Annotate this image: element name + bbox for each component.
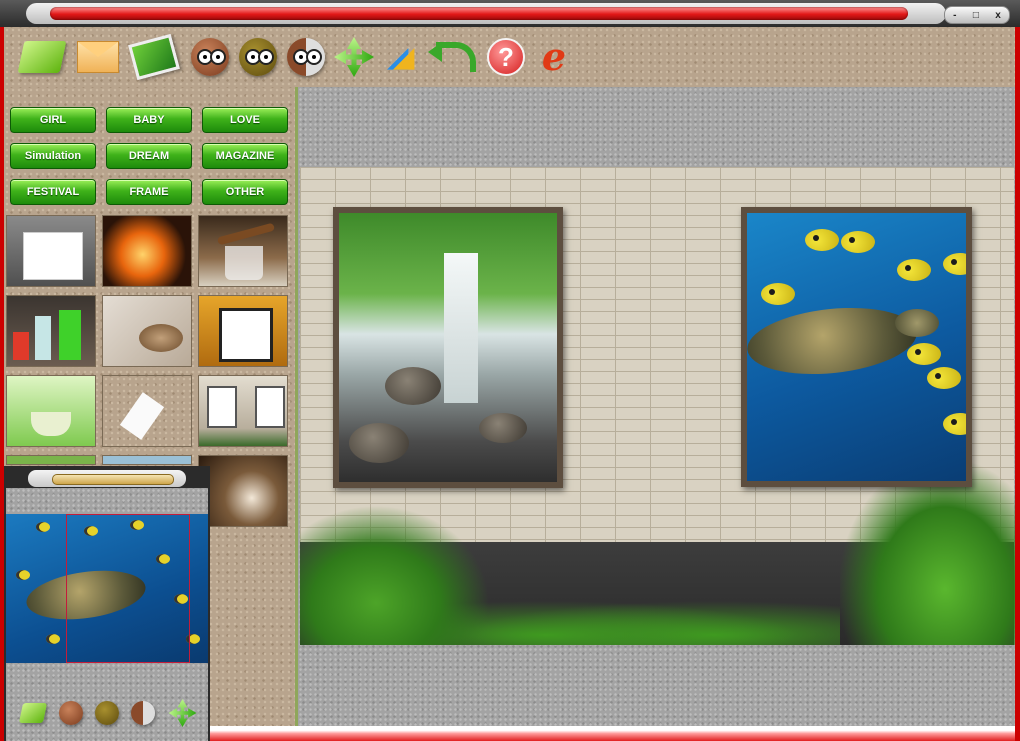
scene-plants-right	[840, 460, 1015, 645]
colored-drinks-template-thumb[interactable]	[6, 295, 96, 367]
photo-edit-button[interactable]	[128, 33, 180, 81]
category-frame-button[interactable]: FRAME	[106, 179, 192, 205]
preview-owl-olive-button[interactable]	[92, 698, 122, 728]
owl-face-half-icon	[287, 38, 325, 76]
move-button[interactable]	[332, 35, 376, 79]
help-icon: ?	[487, 38, 525, 76]
crop-region[interactable]	[66, 514, 190, 663]
owl-effect-olive-button[interactable]	[236, 35, 280, 79]
category-girl-button[interactable]: GIRL	[10, 107, 96, 133]
open-folder-icon	[17, 41, 67, 73]
window-border-right	[1015, 27, 1020, 741]
category-dream-button[interactable]: DREAM	[106, 143, 192, 169]
preview-owl-button[interactable]	[56, 698, 86, 728]
cigar-glass-template-thumb[interactable]	[198, 215, 288, 287]
rotate-icon: ◢	[394, 41, 414, 72]
stone-wall-frames-template-thumb[interactable]	[198, 375, 288, 447]
coffee-cup-template-thumb[interactable]	[102, 295, 192, 367]
preview-open-folder-button[interactable]	[18, 698, 48, 728]
owl-face-icon	[59, 701, 83, 725]
preview-title-bar	[52, 474, 174, 485]
owl-face-olive-icon	[239, 38, 277, 76]
category-baby-button[interactable]: BABY	[106, 107, 192, 133]
category-love-button[interactable]: LOVE	[202, 107, 288, 133]
category-simulation-button[interactable]: Simulation	[10, 143, 96, 169]
owl-face-icon	[191, 38, 229, 76]
preview-move-button[interactable]	[164, 698, 194, 728]
calendar-template-thumb[interactable]	[198, 295, 288, 367]
envelope-button[interactable]	[76, 35, 120, 79]
envelope-icon	[77, 41, 119, 73]
owl-face-olive-icon	[95, 701, 119, 725]
owl-face-half-icon	[131, 701, 155, 725]
close-button[interactable]: x	[995, 10, 1001, 21]
bottom-accent-strip	[210, 726, 1015, 741]
internet-explorer-icon: e	[541, 34, 567, 79]
category-magazine-button[interactable]: MAGAZINE	[202, 143, 288, 169]
scene-plants-left	[300, 505, 490, 645]
rotate-button[interactable]: ◢	[382, 35, 426, 79]
main-toolbar: ◢ ? e	[4, 27, 1015, 87]
waterfall-photo-frame[interactable]	[333, 207, 563, 488]
paper-tag-template-thumb[interactable]	[102, 375, 192, 447]
open-folder-button[interactable]	[17, 35, 67, 79]
sea-turtle-photo-frame[interactable]	[741, 207, 972, 487]
title-progress-bar	[50, 7, 908, 20]
partial-template-2-thumb[interactable]	[102, 455, 192, 465]
green-tea-template-thumb[interactable]	[6, 375, 96, 447]
move-arrows-icon	[169, 699, 190, 727]
fire-coin-template-thumb[interactable]	[102, 215, 192, 287]
undo-button[interactable]	[428, 35, 478, 79]
partial-template-1-thumb[interactable]	[6, 455, 96, 465]
photo-edit-icon	[128, 33, 180, 81]
owl-effect-half-button[interactable]	[284, 35, 328, 79]
undo-arrow-icon	[428, 42, 476, 72]
owl-effect-button[interactable]	[188, 35, 232, 79]
preview-image[interactable]	[6, 514, 208, 663]
minimize-button[interactable]: -	[953, 10, 956, 21]
category-other-button[interactable]: OTHER	[202, 179, 288, 205]
restore-button[interactable]: □	[973, 10, 979, 21]
open-folder-icon	[18, 703, 48, 723]
window-controls: - □ x	[944, 6, 1010, 24]
lamp-template-thumb[interactable]	[198, 455, 288, 527]
help-button[interactable]: ?	[484, 35, 528, 79]
move-arrows-icon	[334, 37, 374, 77]
internet-explorer-button[interactable]: e	[532, 35, 576, 79]
category-festival-button[interactable]: FESTIVAL	[10, 179, 96, 205]
blank-card-template-thumb[interactable]	[6, 215, 96, 287]
preview-owl-half-button[interactable]	[128, 698, 158, 728]
